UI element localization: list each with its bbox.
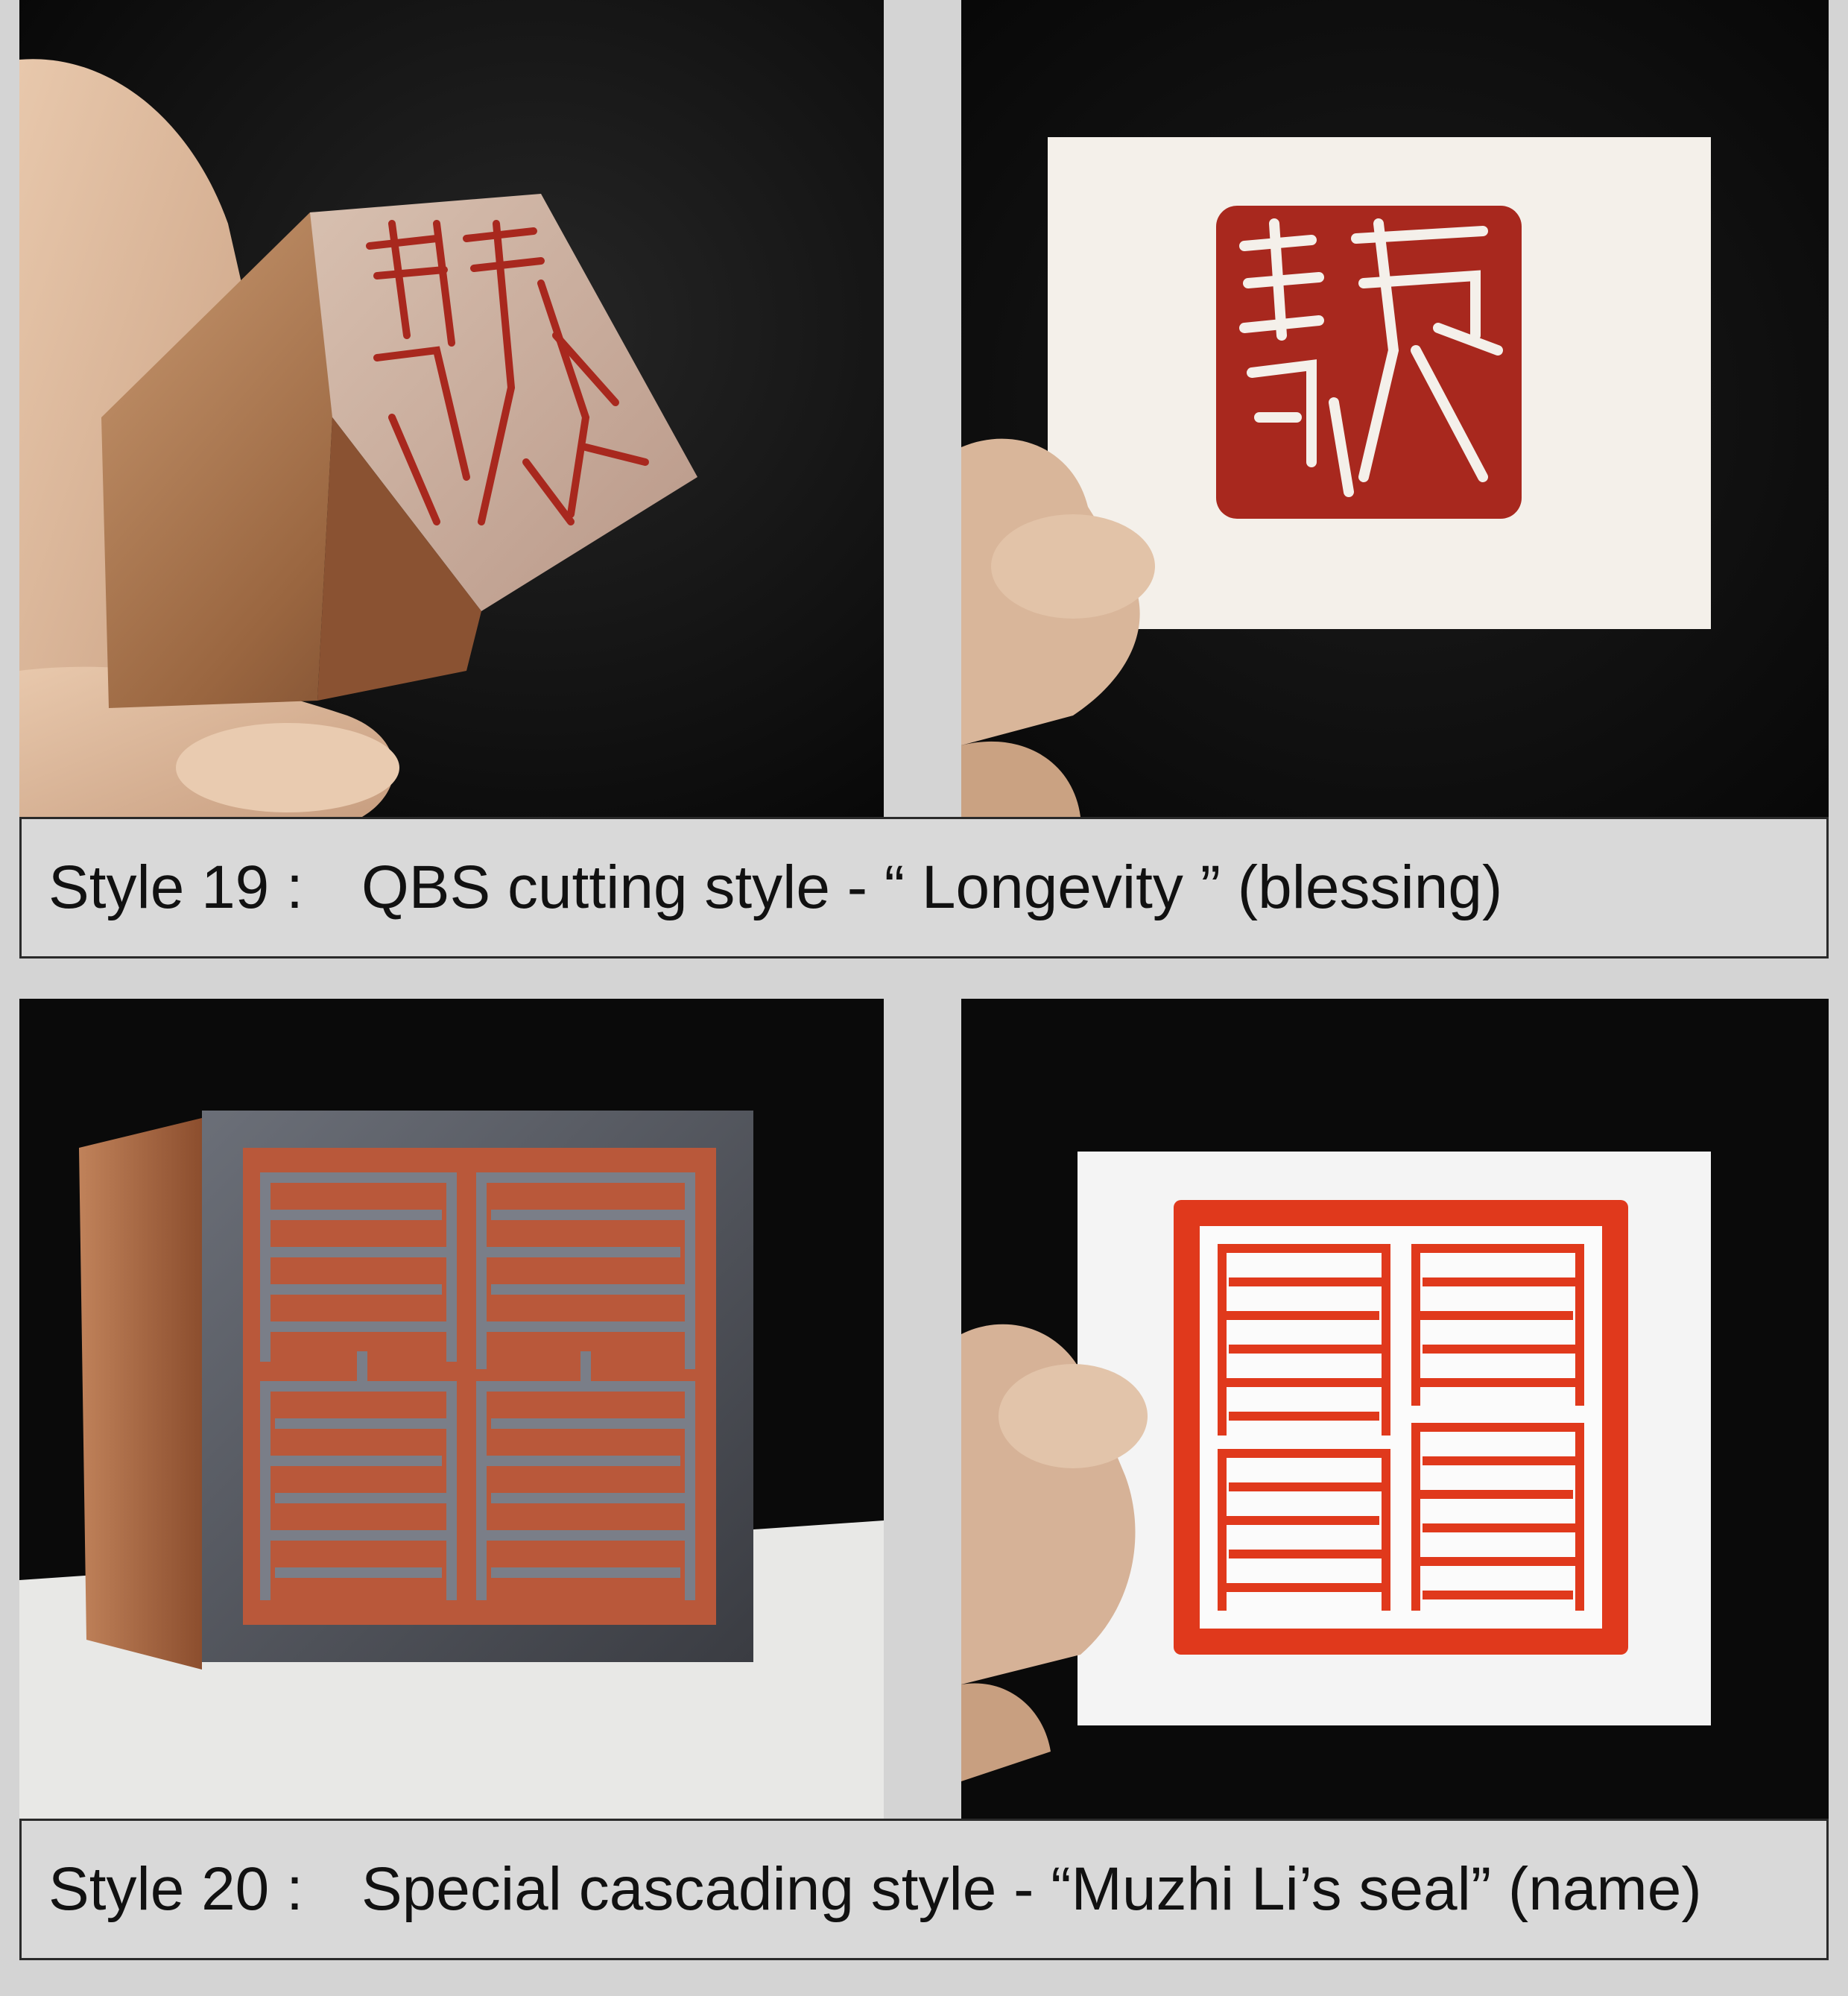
photo-stone-seal-muzhi-li	[19, 999, 884, 1819]
caption-text: Style 20 : Special cascading style - “Muz…	[48, 1854, 1702, 1924]
photo-stone-seal-longevity	[19, 0, 884, 817]
caption-style-19: Style 19 : QBS cutting style - “ Longevit…	[19, 817, 1829, 958]
photo-seal-impression-muzhi-li	[961, 999, 1829, 1819]
photo-seal-impression-longevity	[961, 0, 1829, 817]
style-description: Special cascading style - “Muzhi Li’s se…	[361, 1855, 1702, 1923]
style-description: QBS cutting style - “ Longevity ” (bless…	[361, 853, 1503, 921]
caption-text: Style 19 : QBS cutting style - “ Longevit…	[48, 853, 1502, 923]
section-style-20: Style 20 : Special cascading style - “Muz…	[0, 999, 1848, 1996]
seal-impression-longevity-image	[961, 0, 1829, 817]
stone-seal-longevity-image	[19, 0, 884, 817]
section-style-19: Style 19 : QBS cutting style - “ Longevit…	[0, 0, 1848, 999]
stone-seal-muzhi-li-image	[19, 999, 884, 1819]
style-number-label: Style 20 :	[48, 1855, 303, 1923]
seal-impression-muzhi-li-image	[961, 999, 1829, 1819]
caption-style-20: Style 20 : Special cascading style - “Muz…	[19, 1819, 1829, 1960]
style-number-label: Style 19 :	[48, 853, 303, 921]
